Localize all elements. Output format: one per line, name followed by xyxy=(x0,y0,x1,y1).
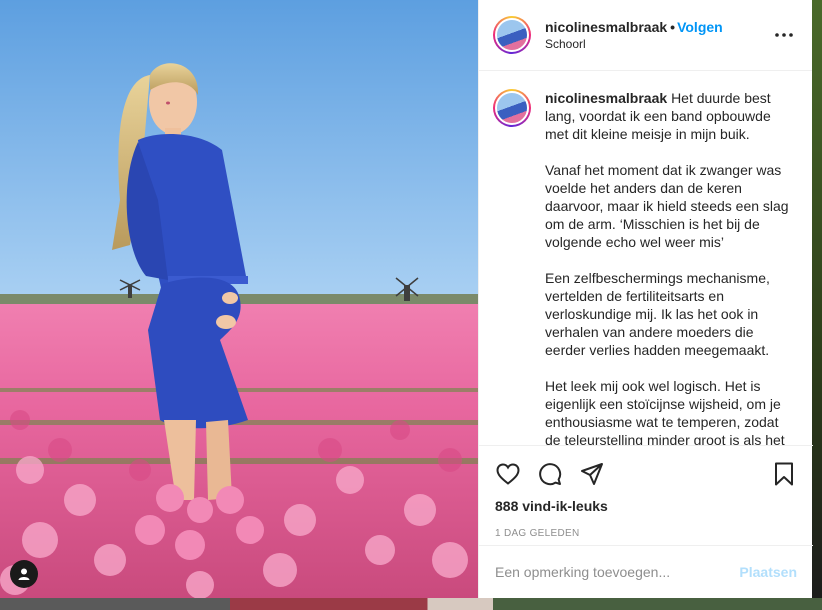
location-link[interactable]: Schoorl xyxy=(545,36,772,52)
caption-avatar[interactable] xyxy=(493,89,531,127)
comment-input[interactable] xyxy=(495,564,740,580)
photo-scene xyxy=(0,0,478,598)
share-icon[interactable] xyxy=(579,461,605,487)
comment-bar: Plaatsen xyxy=(479,545,813,598)
caption-text: nicolinesmalbraak Het duurde best lang, … xyxy=(545,89,797,445)
follow-button[interactable]: Volgen xyxy=(677,19,723,35)
user-tag-icon[interactable] xyxy=(10,560,38,588)
caption-paragraph-2: Vanaf het moment dat ik zwanger was voel… xyxy=(545,162,789,250)
caption-scroll-area[interactable]: nicolinesmalbraak Het duurde best lang, … xyxy=(479,71,813,445)
username-link[interactable]: nicolinesmalbraak xyxy=(545,19,667,35)
caption-paragraph-3: Een zelfbeschermings mechanisme, verteld… xyxy=(545,270,770,358)
separator-dot: • xyxy=(670,18,676,35)
more-options-icon[interactable] xyxy=(772,23,796,47)
bookmark-icon[interactable] xyxy=(771,461,797,487)
header-top-line: nicolinesmalbraak • Volgen xyxy=(545,19,772,35)
post-side-panel: nicolinesmalbraak • Volgen Schoorl nicolin… xyxy=(478,0,813,598)
post-header: nicolinesmalbraak • Volgen Schoorl xyxy=(479,0,812,71)
header-text: nicolinesmalbraak • Volgen Schoorl xyxy=(545,19,772,52)
caption-paragraph-1: nicolinesmalbraak Het duurde best lang, … xyxy=(545,89,797,143)
caption-row: nicolinesmalbraak Het duurde best lang, … xyxy=(493,89,797,445)
action-icons xyxy=(495,446,797,498)
background-page-bottom xyxy=(0,598,822,610)
caption-username[interactable]: nicolinesmalbraak xyxy=(545,90,667,106)
actions-area: 888 vind-ik-leuks 1 DAG GELEDEN xyxy=(479,445,813,545)
likes-count[interactable]: 888 vind-ik-leuks xyxy=(495,498,797,514)
avatar[interactable] xyxy=(493,16,531,54)
heart-icon[interactable] xyxy=(495,461,521,487)
comment-icon[interactable] xyxy=(537,461,563,487)
caption-paragraph-4: Het leek mij ook wel logisch. Het is eig… xyxy=(545,378,785,445)
post-timestamp[interactable]: 1 DAG GELEDEN xyxy=(495,528,797,539)
post-comment-button[interactable]: Plaatsen xyxy=(739,564,797,580)
background-page-right xyxy=(812,0,822,610)
post-photo[interactable] xyxy=(0,0,478,598)
